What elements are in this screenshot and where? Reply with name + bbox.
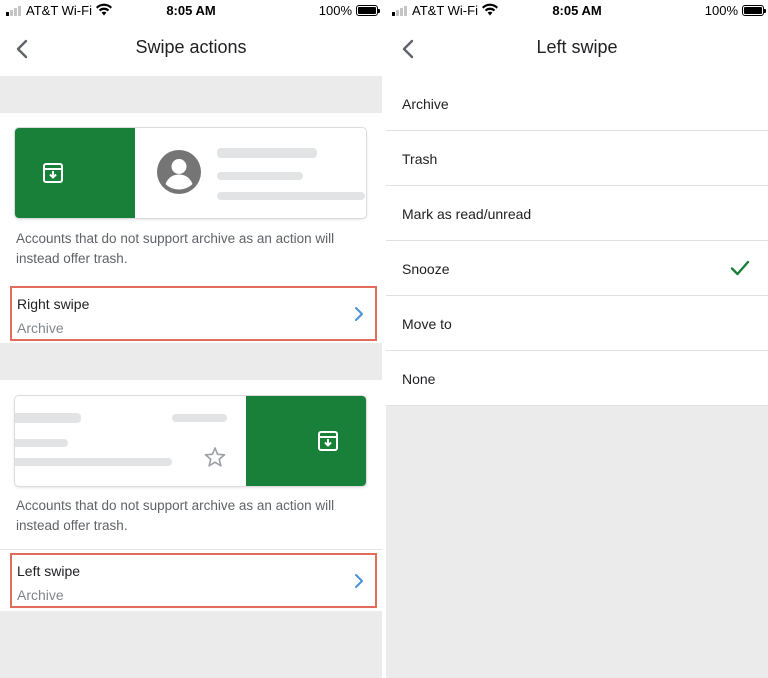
placeholder-line	[217, 148, 317, 158]
status-bar: AT&T Wi-Fi 8:05 AM 100%	[386, 0, 768, 22]
option-snooze[interactable]: Snooze	[386, 241, 768, 296]
right-swipe-label: Right swipe	[17, 296, 90, 312]
status-bar: AT&T Wi-Fi 8:05 AM 100%	[0, 0, 382, 22]
option-label: Snooze	[402, 261, 450, 277]
left-swipe-preview-card	[15, 396, 366, 486]
battery-icon	[742, 5, 766, 16]
option-label: Archive	[402, 96, 449, 112]
archive-icon	[318, 431, 338, 451]
section-spacer	[0, 343, 382, 380]
swipe-option-list: Archive Trash Mark as read/unread Snooze Mov…	[386, 76, 768, 406]
checkmark-icon	[730, 260, 750, 276]
navigation-bar: Swipe actions	[0, 22, 382, 76]
option-label: None	[402, 371, 436, 387]
left-swipe-value: Archive	[17, 587, 64, 603]
swipe-action-background	[15, 128, 135, 218]
option-trash[interactable]: Trash	[386, 131, 768, 186]
placeholder-line	[15, 458, 172, 466]
right-swipe-preview-card	[15, 128, 366, 218]
option-label: Mark as read/unread	[402, 206, 532, 222]
page-title: Swipe actions	[135, 37, 247, 57]
placeholder-line	[217, 172, 303, 180]
placeholder-line	[217, 192, 365, 200]
left-swipe-note: Accounts that do not support archive as …	[16, 498, 335, 533]
battery-icon	[356, 5, 380, 16]
option-label: Move to	[402, 316, 452, 332]
option-none[interactable]: None	[386, 351, 768, 406]
chevron-right-icon	[355, 574, 363, 588]
chevron-right-icon	[355, 307, 363, 321]
swipe-actions-screen: AT&T Wi-Fi 8:05 AM 100% Swipe actions Ac…	[0, 0, 382, 678]
section-spacer	[0, 76, 382, 113]
star-outline-icon	[204, 447, 226, 467]
archive-icon	[43, 163, 63, 183]
page-title: Left swipe	[536, 37, 618, 57]
bottom-area	[0, 611, 382, 678]
left-swipe-setting-row[interactable]: Left swipe Archive	[10, 553, 377, 608]
swipe-action-background	[246, 396, 366, 486]
left-swipe-options-screen: AT&T Wi-Fi 8:05 AM 100% Left swipe Archi…	[386, 0, 768, 678]
right-swipe-value: Archive	[17, 320, 64, 336]
left-swipe-label: Left swipe	[17, 563, 81, 579]
placeholder-line	[15, 439, 68, 447]
option-mark-as-read-unread[interactable]: Mark as read/unread	[386, 186, 768, 241]
navigation-bar: Left swipe	[386, 22, 768, 76]
right-swipe-note: Accounts that do not support archive as …	[16, 231, 335, 266]
battery-percentage: 100%	[318, 3, 352, 18]
option-archive[interactable]: Archive	[386, 76, 768, 131]
placeholder-line	[172, 414, 227, 422]
divider	[0, 549, 382, 550]
placeholder-line	[15, 413, 81, 423]
option-label: Trash	[402, 151, 438, 167]
avatar-placeholder-icon	[157, 150, 201, 194]
right-swipe-setting-row[interactable]: Right swipe Archive	[10, 286, 377, 341]
option-move-to[interactable]: Move to	[386, 296, 768, 351]
battery-percentage: 100%	[704, 3, 738, 18]
